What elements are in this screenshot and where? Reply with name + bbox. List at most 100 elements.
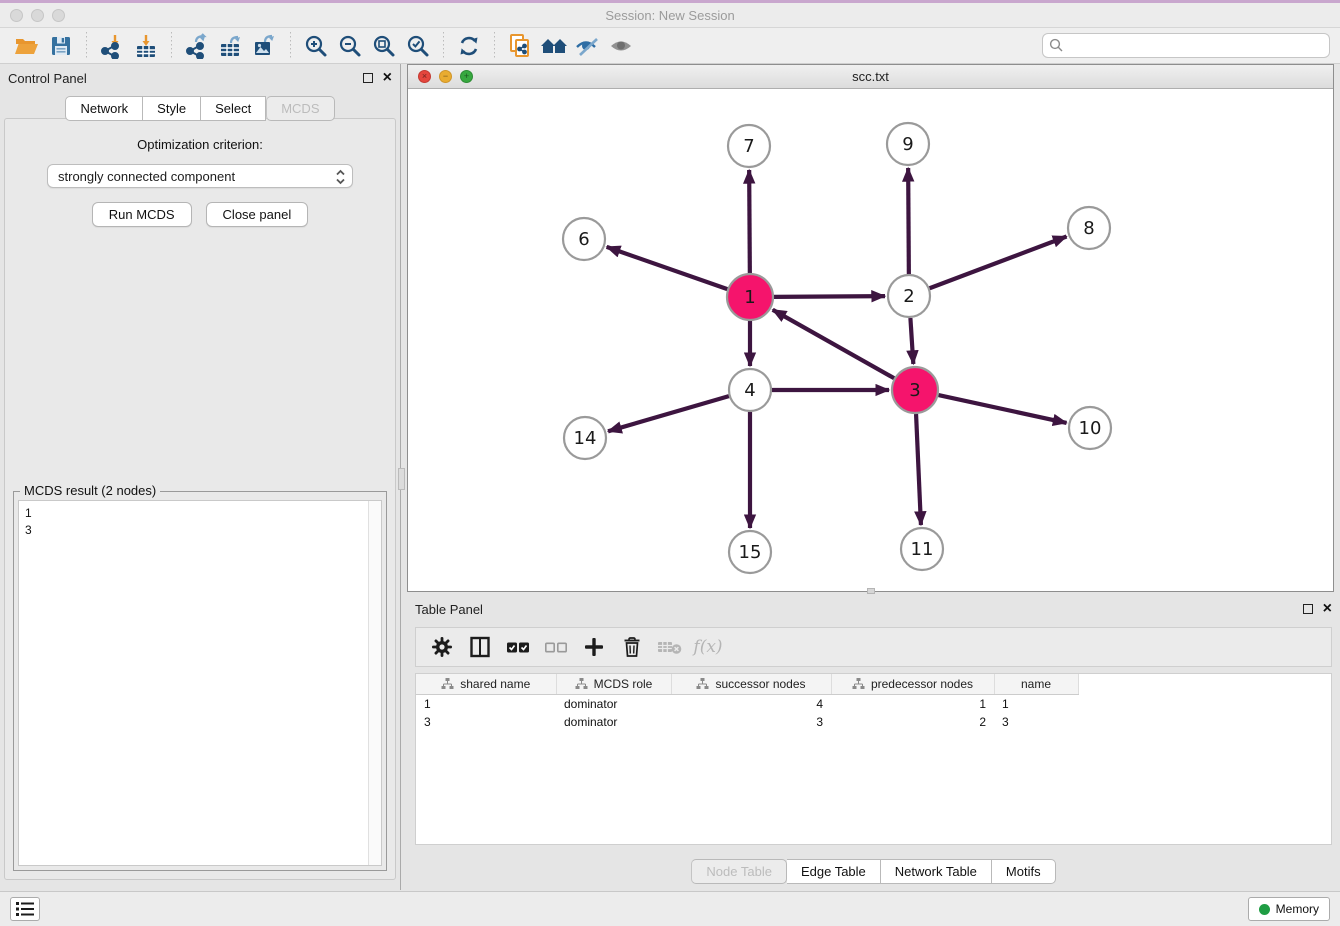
run-mcds-button[interactable]: Run MCDS	[92, 202, 192, 227]
refresh-icon	[456, 33, 482, 59]
tab-motifs[interactable]: Motifs	[992, 859, 1056, 884]
close-panel-icon[interactable]: ×	[383, 73, 392, 83]
delete-column-button[interactable]	[616, 631, 648, 663]
table-cell[interactable]: dominator	[556, 713, 671, 731]
zoom-selected-icon	[405, 33, 431, 59]
graph-edge-4-14[interactable]	[608, 396, 729, 431]
settings-gear-button[interactable]	[426, 631, 458, 663]
table-cell[interactable]: 4	[671, 695, 831, 714]
home-button[interactable]	[537, 31, 571, 61]
network-window-titlebar: × − + scc.txt	[408, 65, 1333, 89]
mcds-result-text[interactable]: 1 3	[18, 500, 382, 866]
graph-edge-3-1[interactable]	[773, 310, 894, 378]
mcds-result-title: MCDS result (2 nodes)	[20, 483, 160, 498]
graph-edge-3-11[interactable]	[916, 414, 921, 525]
column-header-name[interactable]: name	[994, 674, 1078, 695]
network-graph[interactable]: 7968124314101511	[408, 89, 1333, 591]
export-table-button[interactable]	[214, 31, 248, 61]
show-preview-icon	[608, 34, 636, 58]
zoom-selected-button[interactable]	[401, 31, 435, 61]
column-header-predecessor-nodes[interactable]: predecessor nodes	[831, 674, 994, 695]
function-builder-button[interactable]: f(x)	[692, 631, 724, 663]
delete-table-button[interactable]	[654, 631, 686, 663]
table-row[interactable]: 3dominator323	[416, 713, 1078, 731]
horizontal-splitter-handle[interactable]	[867, 588, 875, 594]
refresh-button[interactable]	[452, 31, 486, 61]
graph-edge-1-2[interactable]	[774, 296, 885, 297]
close-panel-button[interactable]: Close panel	[206, 202, 309, 227]
zoom-out-button[interactable]	[333, 31, 367, 61]
add-column-button[interactable]	[578, 631, 610, 663]
graph-node-label: 4	[744, 380, 755, 401]
zoom-in-button[interactable]	[299, 31, 333, 61]
table-cell[interactable]: 1	[831, 695, 994, 714]
export-table-icon	[218, 33, 244, 59]
table-cell[interactable]: 2	[831, 713, 994, 731]
zoom-fit-button[interactable]	[367, 31, 401, 61]
graph-node-label: 2	[903, 286, 914, 307]
export-network-button[interactable]	[180, 31, 214, 61]
select-all-button[interactable]	[502, 631, 534, 663]
toolbar-separator	[443, 32, 444, 60]
graph-node-label: 6	[578, 229, 589, 250]
copy-network-button[interactable]	[503, 31, 537, 61]
toolbar-separator	[494, 32, 495, 60]
titlebar: Session: New Session	[0, 3, 1340, 28]
tab-network[interactable]: Network	[65, 96, 143, 121]
open-session-button[interactable]	[10, 31, 44, 61]
show-preview-button[interactable]	[605, 31, 639, 61]
tab-style[interactable]: Style	[143, 96, 201, 121]
table-cell[interactable]: dominator	[556, 695, 671, 714]
task-history-button[interactable]	[10, 897, 40, 921]
tab-select[interactable]: Select	[201, 96, 266, 121]
table-panel-title: Table Panel	[415, 602, 483, 617]
import-table-button[interactable]	[129, 31, 163, 61]
network-canvas[interactable]: 7968124314101511	[408, 89, 1333, 591]
search-icon	[1049, 38, 1064, 53]
select-stepper-icon	[335, 168, 346, 186]
tab-edge-table[interactable]: Edge Table	[787, 859, 881, 884]
table-cell[interactable]: 3	[671, 713, 831, 731]
table-row[interactable]: 1dominator411	[416, 695, 1078, 714]
toolbar-separator	[171, 32, 172, 60]
column-header-mcds-role[interactable]: MCDS role	[556, 674, 671, 695]
close-table-panel-icon[interactable]: ×	[1323, 604, 1332, 614]
export-network-icon	[184, 33, 210, 59]
optimization-criterion-select[interactable]: strongly connected component	[47, 164, 353, 188]
column-header-successor-nodes[interactable]: successor nodes	[671, 674, 831, 695]
import-network-button[interactable]	[95, 31, 129, 61]
window-title: Session: New Session	[0, 8, 1340, 23]
graph-edge-1-7[interactable]	[749, 170, 750, 273]
split-view-button[interactable]	[464, 631, 496, 663]
deselect-all-button[interactable]	[540, 631, 572, 663]
main-toolbar	[0, 28, 1340, 64]
toolbar-separator	[86, 32, 87, 60]
tab-network-table[interactable]: Network Table	[881, 859, 992, 884]
graph-edge-3-10[interactable]	[938, 395, 1066, 423]
export-image-button[interactable]	[248, 31, 282, 61]
column-header-shared-name[interactable]: shared name	[416, 674, 556, 695]
graph-edge-1-6[interactable]	[607, 247, 728, 289]
hide-preview-button[interactable]	[571, 31, 605, 61]
graph-edge-2-8[interactable]	[930, 236, 1067, 288]
graph-node-label: 9	[902, 134, 913, 155]
graph-edge-2-3[interactable]	[910, 318, 913, 364]
float-panel-button[interactable]	[363, 73, 373, 83]
table-cell[interactable]: 1	[416, 695, 556, 714]
table-cell[interactable]: 3	[416, 713, 556, 731]
tab-node-table[interactable]: Node Table	[691, 859, 787, 884]
graph-node-label: 15	[739, 542, 762, 563]
table-cell[interactable]: 1	[994, 695, 1078, 714]
function-builder-icon: f(x)	[693, 637, 722, 657]
graph-node-label: 3	[909, 380, 920, 401]
save-session-button[interactable]	[44, 31, 78, 61]
graph-edge-2-9[interactable]	[908, 168, 909, 274]
memory-button[interactable]: Memory	[1248, 897, 1330, 921]
panel-splitter-handle[interactable]	[398, 468, 405, 490]
float-table-panel-button[interactable]	[1303, 604, 1313, 614]
search-input[interactable]	[1042, 33, 1330, 58]
graph-node-label: 1	[744, 287, 755, 308]
result-scrollbar[interactable]	[368, 501, 381, 865]
tab-mcds[interactable]: MCDS	[266, 96, 334, 121]
table-cell[interactable]: 3	[994, 713, 1078, 731]
